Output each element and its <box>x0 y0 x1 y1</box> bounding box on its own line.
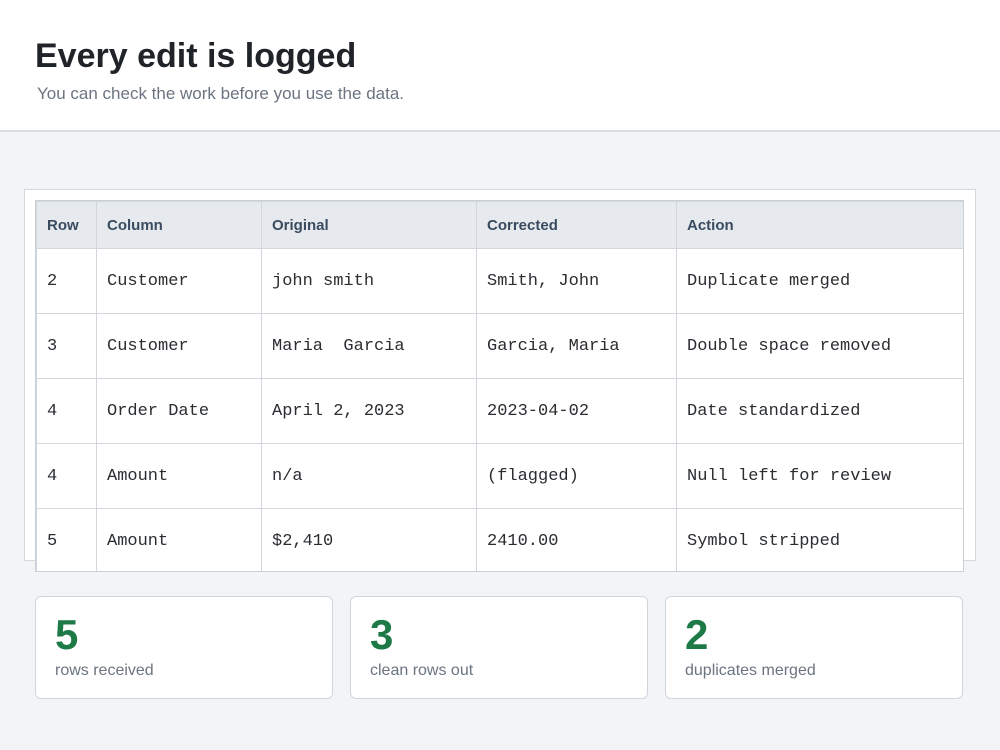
column-header-column: Column <box>96 201 262 249</box>
table-row: 4 Amount n/a (flagged) Null left for rev… <box>36 443 963 509</box>
cell-corrected: Garcia, Maria <box>476 313 677 379</box>
cell-action: Duplicate merged <box>676 248 963 314</box>
cell-corrected: 2410.00 <box>476 508 677 571</box>
cell-original: April 2, 2023 <box>261 378 477 444</box>
table-row: 4 Order Date April 2, 2023 2023-04-02 Da… <box>36 378 963 444</box>
stat-card-duplicates-merged: 2 duplicates merged <box>665 596 963 699</box>
stat-label: duplicates merged <box>685 662 816 679</box>
stat-card-clean-rows-out: 3 clean rows out <box>350 596 648 699</box>
cell-corrected: 2023-04-02 <box>476 378 677 444</box>
column-header-action: Action <box>676 201 963 249</box>
stat-value: 5 <box>55 611 79 658</box>
cell-row: 3 <box>36 313 97 379</box>
column-header-corrected: Corrected <box>476 201 677 249</box>
table-row: 3 Customer Maria Garcia Garcia, Maria Do… <box>36 313 963 379</box>
cell-column: Amount <box>96 443 262 509</box>
cell-action: Null left for review <box>676 443 963 509</box>
edit-log-table: Row Column Original Corrected Action 2 C… <box>36 201 963 571</box>
page-subtitle: You can check the work before you use th… <box>37 84 405 103</box>
stat-value: 3 <box>370 611 394 658</box>
cell-action: Double space removed <box>676 313 963 379</box>
column-header-row: Row <box>36 201 97 249</box>
cell-corrected: (flagged) <box>476 443 677 509</box>
cell-row: 4 <box>36 443 97 509</box>
page-header: Every edit is logged You can check the w… <box>0 0 1000 132</box>
page-title: Every edit is logged <box>35 37 357 75</box>
stat-value: 2 <box>685 611 709 658</box>
stat-label: clean rows out <box>370 662 474 679</box>
column-header-original: Original <box>261 201 477 249</box>
cell-corrected: Smith, John <box>476 248 677 314</box>
cell-action: Date standardized <box>676 378 963 444</box>
stat-label: rows received <box>55 662 154 679</box>
cell-original: john smith <box>261 248 477 314</box>
cell-action: Symbol stripped <box>676 508 963 571</box>
cell-original: n/a <box>261 443 477 509</box>
cell-column: Customer <box>96 313 262 379</box>
stat-card-rows-received: 5 rows received <box>35 596 333 699</box>
table-row: 2 Customer john smith Smith, John Duplic… <box>36 248 963 314</box>
cell-column: Customer <box>96 248 262 314</box>
cell-original: $2,410 <box>261 508 477 571</box>
cell-row: 4 <box>36 378 97 444</box>
cell-row: 2 <box>36 248 97 314</box>
cell-row: 5 <box>36 508 97 571</box>
edit-log-table-container[interactable]: Row Column Original Corrected Action 2 C… <box>35 200 964 572</box>
table-row: 5 Amount $2,410 2410.00 Symbol stripped <box>36 508 963 571</box>
cell-column: Order Date <box>96 378 262 444</box>
cell-original: Maria Garcia <box>261 313 477 379</box>
table-header-row: Row Column Original Corrected Action <box>36 201 963 249</box>
cell-column: Amount <box>96 508 262 571</box>
